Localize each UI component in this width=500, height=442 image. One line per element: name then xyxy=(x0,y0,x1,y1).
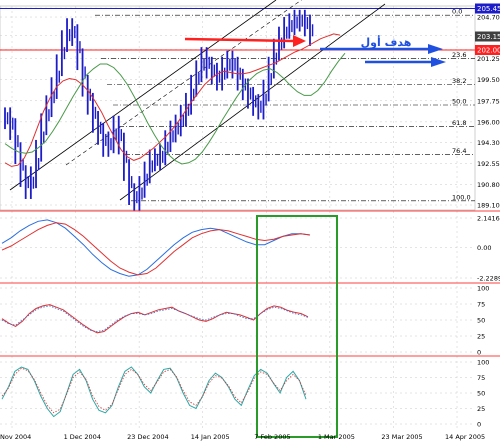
fib-level-label: 76.4 xyxy=(452,147,466,155)
price-tick-label: 201.25 xyxy=(477,55,500,63)
fib-level-label: 23.6 xyxy=(452,51,466,59)
secondary-price-tag-text: 203.15 xyxy=(477,33,500,41)
chart-canvas: 0.023.638.250.061.876.4100.0 هدف أول 204… xyxy=(0,0,500,442)
rsi-tick-label: 25 xyxy=(477,333,485,341)
stoch-tick-label: 0 xyxy=(477,421,481,429)
time-tick-label: 23 Mar 2005 xyxy=(381,433,422,441)
rsi-tick-label: 100 xyxy=(477,285,489,293)
time-tick-label: 14 Jan 2005 xyxy=(191,433,230,441)
stoch-tick-label: 75 xyxy=(477,374,485,382)
time-tick-label: 14 Apr 2005 xyxy=(445,433,485,441)
price-tick-label: 196.00 xyxy=(477,118,500,126)
fib-level-label: 100.0 xyxy=(452,193,471,201)
current-price-tag-text: 205.45 xyxy=(477,5,500,13)
stoch-tick-label: 50 xyxy=(477,390,485,398)
stoch-tick-label: 25 xyxy=(477,405,485,413)
rsi-tick-label: 0 xyxy=(477,349,481,357)
price-tick-label: 190.80 xyxy=(477,181,500,189)
rsi-tick-label: 50 xyxy=(477,317,485,325)
fib-level-label: 50.0 xyxy=(452,97,466,105)
price-tick-label: 192.55 xyxy=(477,160,500,168)
time-tick-label: 1 Dec 2004 xyxy=(64,433,101,441)
price-tick-label: 194.30 xyxy=(477,139,500,147)
osc-tick-label: 0.00 xyxy=(477,244,491,252)
chart-window: 0.0 23.6 38.2 50.0 61.8 76.4 100.0 هدف أول xyxy=(0,0,500,442)
target-price-tag-text: 202.00 xyxy=(477,47,500,55)
fib-level-label: 61.8 xyxy=(452,119,466,127)
arabic-target-annotation: هدف أول xyxy=(361,35,412,49)
time-tick-label: 1 Mar 2005 xyxy=(318,433,355,441)
time-tick-label: 7 Feb 2005 xyxy=(254,433,290,441)
rsi-tick-label: 75 xyxy=(477,301,485,309)
osc-tick-label: 2.1416 xyxy=(477,215,500,223)
price-tick-label: 189.10 xyxy=(477,202,500,210)
osc-tick-label: -2.2289 xyxy=(477,275,500,283)
price-tick-label: 199.50 xyxy=(477,76,500,84)
stoch-tick-label: 100 xyxy=(477,359,489,367)
price-tick-label: 204.70 xyxy=(477,14,500,22)
price-tick-label: 197.75 xyxy=(477,97,500,105)
time-tick-label: Nov 2004 xyxy=(0,433,31,441)
time-tick-label: 23 Dec 2004 xyxy=(127,433,169,441)
fib-level-label: 38.2 xyxy=(452,77,466,85)
